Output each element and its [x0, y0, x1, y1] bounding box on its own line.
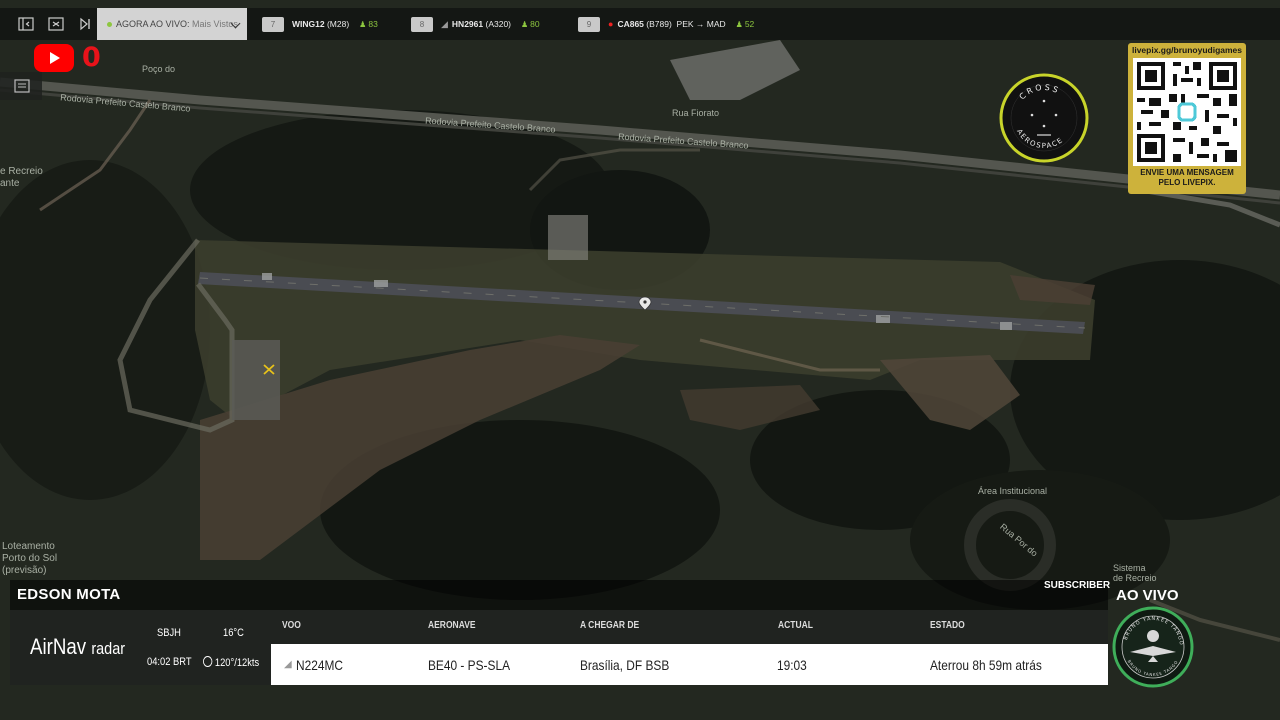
flight-aircraft: (A320) [485, 19, 511, 29]
now-live-label: AGORA AO VIVO: [116, 19, 190, 29]
map-label: Porto do Sol [2, 553, 58, 564]
live-badge: AO VIVO [1116, 587, 1179, 604]
flight-code: HN2961 [451, 19, 484, 29]
brand-name: AirNav [30, 634, 87, 659]
temperature: 16°C [223, 627, 244, 639]
column-header-flight: VOO [282, 620, 301, 631]
row-aircraft: BE40 - PS-SLA [428, 657, 511, 673]
viewers-icon: ♟ [359, 20, 367, 29]
column-header-aircraft: AERONAVE [428, 620, 476, 631]
plane-icon: ◢ [441, 19, 448, 29]
toggle-sidebar-icon[interactable] [18, 16, 34, 32]
viewers-icon: ♟ [521, 20, 529, 29]
flight-viewers: 52 [744, 19, 755, 29]
table-row[interactable]: ◢ N224MC BE40 - PS-SLA Brasília, DF BSB … [271, 644, 1108, 685]
column-header-status: ESTADO [930, 620, 965, 631]
brand-suffix: radar [91, 639, 126, 658]
plane-icon: ◢ [284, 659, 292, 670]
bruno-yankee-tango-logo: BRUNO YANKEE TANGO BRUNO YANKEE TANGO [1112, 606, 1194, 688]
wind-value: 120°/12kts [214, 657, 260, 669]
live-dot-icon [107, 22, 112, 28]
qr-message-line2: PELO LIVEPIX. [1158, 178, 1216, 187]
notification-count: 0 [82, 42, 101, 73]
qr-url: livepix.gg/brunoyudigames [1131, 45, 1243, 55]
cross-aerospace-logo: CROSS AEROSPACE [999, 73, 1089, 163]
flight-route: PEK → MAD [676, 19, 726, 29]
column-header-origin: A CHEGAR DE [580, 620, 640, 631]
flight-chip[interactable]: 9 ● CA865 (B789) PEK → MAD ♟ 52 [578, 8, 754, 40]
flight-rank: 8 [411, 17, 433, 33]
flight-rank: 7 [262, 17, 284, 33]
map-label: Área Institucional [978, 486, 1048, 496]
expand-view-icon[interactable] [48, 16, 64, 32]
map-label: de Recreio [1113, 573, 1157, 583]
flight-aircraft: (B789) [646, 19, 672, 29]
flight-code: CA865 [617, 19, 644, 29]
subscriber-label: SUBSCRIBER [1044, 580, 1111, 591]
flight-info-panel: EDSON MOTA SUBSCRIBER AirNav radar SBJH … [10, 580, 1111, 685]
qr-message: ENVIE UMA MENSAGEM PELO LIVEPIX. [1128, 168, 1246, 188]
qr-code-icon [1133, 58, 1241, 166]
now-live-select[interactable]: AGORA AO VIVO: Mais Vistos [97, 8, 247, 40]
airport-code: SBJH [157, 627, 181, 639]
flight-code: WING12 [292, 19, 325, 29]
top-bar: AGORA AO VIVO: Mais Vistos 7 WING12 (M28)… [0, 8, 1280, 40]
flight-chip[interactable]: 8 ◢ HN2961 (A320) ♟ 80 [411, 8, 540, 40]
flight-viewers: 83 [368, 19, 378, 29]
layers-icon [14, 79, 30, 93]
airnav-radar-logo: AirNav radar [30, 634, 125, 660]
map-label: Poço do [142, 64, 176, 74]
flight-rank: 9 [578, 17, 600, 33]
flight-chip[interactable]: 7 WING12 (M28) ♟ 83 [262, 8, 378, 40]
skip-next-icon[interactable] [77, 16, 93, 32]
row-origin: Brasília, DF BSB [580, 657, 670, 673]
map-label: ante [0, 178, 20, 189]
local-time: 04:02 BRT [147, 656, 192, 668]
pilot-name: EDSON MOTA [17, 586, 121, 603]
map-label: Sistema [1113, 563, 1146, 573]
map-label: Loteamento [2, 541, 55, 552]
row-status: Aterrou 8h 59m atrás [930, 657, 1042, 673]
map-label: e Recreio [0, 166, 43, 177]
flight-aircraft: (M28) [326, 19, 350, 29]
qr-message-line1: ENVIE UMA MENSAGEM [1140, 168, 1234, 177]
map-label: (previsão) [2, 565, 47, 576]
row-actual: 19:03 [777, 657, 807, 673]
map-label: Rua Fiorato [672, 108, 720, 118]
layers-button[interactable] [0, 72, 42, 100]
column-header-actual: ACTUAL [778, 620, 813, 631]
wind: 120°/12kts [203, 656, 259, 669]
panel-header: EDSON MOTA SUBSCRIBER [10, 580, 1111, 610]
youtube-icon[interactable] [34, 44, 74, 72]
plane-icon: ● [608, 19, 614, 29]
livepix-qr-card[interactable]: livepix.gg/brunoyudigames ENVIE UMA MENS… [1128, 43, 1246, 194]
viewers-icon: ♟ [735, 20, 743, 29]
flight-viewers: 80 [530, 19, 540, 29]
wind-icon [203, 656, 213, 667]
row-flight: N224MC [296, 657, 343, 673]
